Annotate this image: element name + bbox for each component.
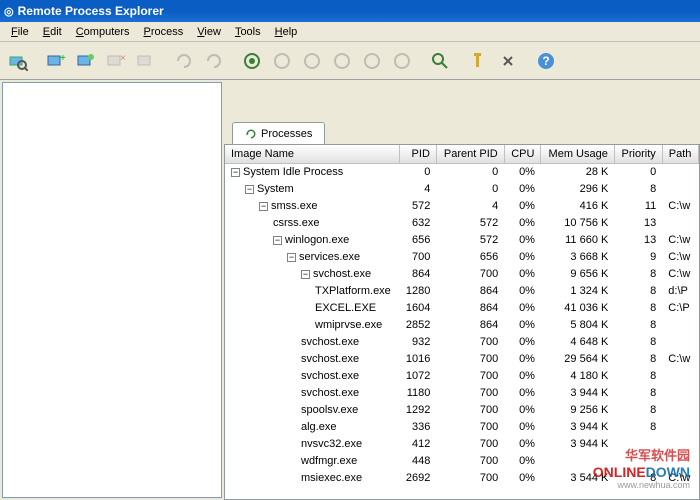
find-process-button[interactable] <box>426 47 454 75</box>
tree-toggle-icon[interactable]: − <box>259 202 268 211</box>
refresh-button <box>170 47 198 75</box>
tab-strip: Processes <box>224 120 700 144</box>
tab-processes[interactable]: Processes <box>232 122 325 144</box>
kill-process-button <box>268 47 296 75</box>
table-row[interactable]: alg.exe3367000%3 944 K8 <box>225 419 699 436</box>
process-name: spoolsv.exe <box>301 404 358 416</box>
menu-edit[interactable]: Edit <box>36 24 69 40</box>
table-row[interactable]: msiexec.exe26927000%3 544 K8C:\w <box>225 470 699 487</box>
table-row[interactable]: EXCEL.EXE16048640%41 036 K8C:\P <box>225 300 699 317</box>
tree-toggle-icon[interactable]: − <box>231 168 240 177</box>
table-row[interactable]: −services.exe7006560%3 668 K9C:\w <box>225 249 699 266</box>
menu-computers[interactable]: Computers <box>69 24 137 40</box>
process-name: nvsvc32.exe <box>301 438 362 450</box>
refresh-all-button <box>200 47 228 75</box>
process-name: wmiprvse.exe <box>315 319 382 331</box>
process-table[interactable]: Image NamePIDParent PIDCPUMem UsagePrior… <box>224 144 700 500</box>
table-row[interactable]: svchost.exe10727000%4 180 K8 <box>225 368 699 385</box>
table-row[interactable]: −System400%296 K8 <box>225 181 699 198</box>
debug-button <box>358 47 386 75</box>
process-name: svchost.exe <box>313 268 371 280</box>
menu-process[interactable]: Process <box>137 24 191 40</box>
process-name: msiexec.exe <box>301 472 362 484</box>
refresh-icon <box>245 128 257 140</box>
process-name: services.exe <box>299 251 360 263</box>
table-row[interactable]: svchost.exe9327000%4 648 K8 <box>225 334 699 351</box>
toolbar: + × ? <box>0 42 700 80</box>
process-name: csrss.exe <box>273 217 319 229</box>
table-row[interactable]: wmiprvse.exe28528640%5 804 K8 <box>225 317 699 334</box>
process-name: System Idle Process <box>243 166 343 178</box>
tools-button[interactable] <box>464 47 492 75</box>
col-header[interactable]: Mem Usage <box>541 145 614 164</box>
tree-toggle-icon[interactable]: − <box>245 185 254 194</box>
col-header[interactable]: CPU <box>504 145 541 164</box>
svg-text:?: ? <box>542 54 549 68</box>
menu-view[interactable]: View <box>190 24 228 40</box>
table-row[interactable]: svchost.exe10167000%29 564 K8C:\w <box>225 351 699 368</box>
process-tree-button <box>298 47 326 75</box>
table-row[interactable]: −System Idle Process000%28 K0 <box>225 164 699 181</box>
table-row[interactable]: wdfmgr.exe4487000% <box>225 453 699 470</box>
options-button[interactable] <box>494 47 522 75</box>
table-row[interactable]: −svchost.exe8647000%9 656 K8C:\w <box>225 266 699 283</box>
process-name: TXPlatform.exe <box>315 285 391 297</box>
table-row[interactable]: −smss.exe57240%416 K11C:\w <box>225 198 699 215</box>
app-icon: ◎ <box>4 5 14 18</box>
menu-file[interactable]: File <box>4 24 36 40</box>
tree-toggle-icon[interactable]: − <box>273 236 282 245</box>
table-row[interactable]: csrss.exe6325720%10 756 K13 <box>225 215 699 232</box>
tree-toggle-icon[interactable]: − <box>287 253 296 262</box>
process-name: smss.exe <box>271 200 317 212</box>
process-name: System <box>257 183 294 195</box>
process-name: winlogon.exe <box>285 234 349 246</box>
menu-help[interactable]: Help <box>268 24 305 40</box>
app-title: Remote Process Explorer <box>18 4 164 18</box>
process-name: svchost.exe <box>301 353 359 365</box>
col-header[interactable]: PID <box>399 145 436 164</box>
menu-bar: FileEditComputersProcessViewToolsHelp <box>0 22 700 42</box>
col-header[interactable]: Path <box>662 145 698 164</box>
tree-toggle-icon[interactable]: − <box>301 270 310 279</box>
help-button[interactable]: ? <box>532 47 560 75</box>
process-name: alg.exe <box>301 421 336 433</box>
menu-tools[interactable]: Tools <box>228 24 268 40</box>
computer-props-button <box>132 47 160 75</box>
table-body: −System Idle Process000%28 K0−System400%… <box>225 164 699 487</box>
process-name: svchost.exe <box>301 336 359 348</box>
process-name: svchost.exe <box>301 370 359 382</box>
col-header[interactable]: Parent PID <box>436 145 504 164</box>
table-row[interactable]: spoolsv.exe12927000%9 256 K8 <box>225 402 699 419</box>
col-header[interactable]: Image Name <box>225 145 399 164</box>
tab-label: Processes <box>261 128 312 140</box>
svg-text:+: + <box>60 53 66 64</box>
priority-button <box>328 47 356 75</box>
table-row[interactable]: −winlogon.exe6565720%11 660 K13C:\w <box>225 232 699 249</box>
svg-text:×: × <box>120 53 126 64</box>
process-name: svchost.exe <box>301 387 359 399</box>
edit-computer-button[interactable] <box>72 47 100 75</box>
find-computer-button[interactable] <box>4 47 32 75</box>
add-computer-button[interactable]: + <box>42 47 70 75</box>
title-bar: ◎ Remote Process Explorer <box>0 0 700 22</box>
table-header-row[interactable]: Image NamePIDParent PIDCPUMem UsagePrior… <box>225 145 699 164</box>
computers-tree[interactable] <box>2 82 222 498</box>
table-row[interactable]: TXPlatform.exe12808640%1 324 K8d:\P <box>225 283 699 300</box>
table-row[interactable]: nvsvc32.exe4127000%3 944 K <box>225 436 699 453</box>
restart-button <box>388 47 416 75</box>
table-row[interactable]: svchost.exe11807000%3 944 K8 <box>225 385 699 402</box>
remove-computer-button: × <box>102 47 130 75</box>
process-name: EXCEL.EXE <box>315 302 376 314</box>
run-process-button[interactable] <box>238 47 266 75</box>
process-name: wdfmgr.exe <box>301 455 357 467</box>
col-header[interactable]: Priority <box>614 145 662 164</box>
